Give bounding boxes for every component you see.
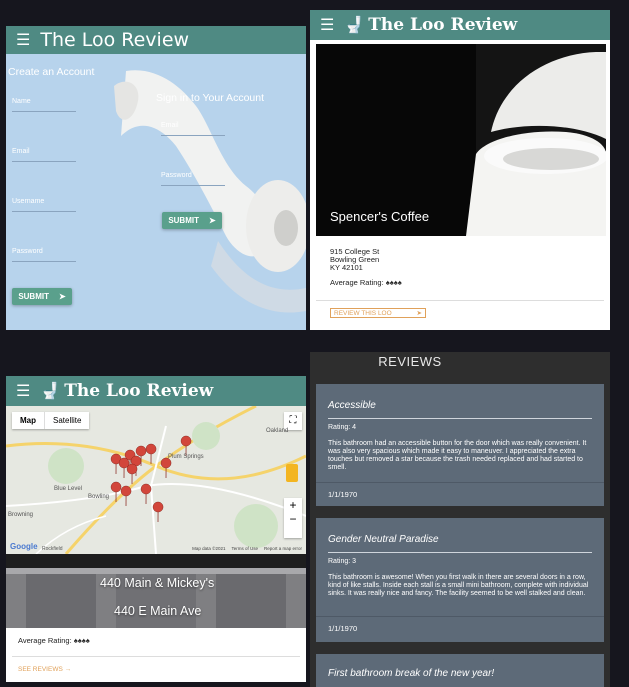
send-icon: ➤ <box>208 216 216 225</box>
place-name: Spencer's Coffee <box>330 209 430 224</box>
tab-satellite[interactable]: Satellite <box>44 412 89 429</box>
map-label: Blue Level <box>54 486 83 492</box>
google-logo: Google <box>10 542 38 551</box>
review-card: Gender Neutral Paradise Rating: 3 This b… <box>316 518 604 642</box>
pegman-icon[interactable] <box>286 464 298 482</box>
rating-label: Average Rating: <box>18 636 72 645</box>
location-photo: Spencer's Coffee <box>316 44 606 236</box>
location-detail-panel: ☰ 🚽 The Loo Review Spencer's Coffee 915 … <box>310 10 610 330</box>
divider <box>12 656 300 657</box>
review-title: Gender Neutral Paradise <box>328 534 439 545</box>
see-reviews-link[interactable]: SEE REVIEWS → <box>18 666 71 673</box>
divider <box>328 552 592 553</box>
address-line: KY 42101 <box>330 263 363 272</box>
location-name: 440 Main & Mickey's <box>100 576 215 590</box>
divider-bar <box>6 554 306 568</box>
map-label: Plum Springs <box>168 454 204 460</box>
zoom-out-icon[interactable]: − <box>284 512 302 526</box>
map-panel: ☰ 🚽 The Loo Review Map Satellite ⛶ + − P… <box>6 376 306 682</box>
create-account-heading: Create an Account <box>8 66 95 78</box>
review-rating: Rating: 3 <box>328 558 357 565</box>
send-icon: ➤ <box>58 292 66 301</box>
menu-icon[interactable]: ☰ <box>320 15 334 35</box>
map-label: Oakland <box>266 428 289 434</box>
zoom-controls: + − <box>284 498 302 538</box>
review-button-label: REVIEW THIS LOO <box>334 309 392 317</box>
reviews-heading: REVIEWS <box>378 354 442 369</box>
tab-map[interactable]: Map <box>12 412 44 429</box>
rating-icons: ♠♠♠♠ <box>73 636 90 645</box>
rating-label: Average Rating: <box>330 278 384 287</box>
top-nav: ☰ 🚽 The Loo Review <box>310 10 610 40</box>
password-field[interactable]: Password <box>12 248 76 262</box>
map-label: Rockfield <box>42 546 63 552</box>
review-this-loo-button[interactable]: REVIEW THIS LOO ➤ <box>330 308 426 318</box>
menu-icon[interactable]: ☰ <box>16 381 30 401</box>
submit-label: SUBMIT <box>18 292 49 301</box>
submit-label: SUBMIT <box>168 216 199 225</box>
rating-icons: ♠♠♠♠ <box>385 278 402 287</box>
location-photo: 440 Main & Mickey's 440 E Main Ave <box>6 568 306 628</box>
sign-in-heading: Sign in to Your Account <box>156 92 264 104</box>
email-field[interactable]: Email <box>12 148 76 162</box>
name-field[interactable]: Name <box>12 98 76 112</box>
review-rating: Rating: 4 <box>328 424 357 431</box>
divider <box>316 300 604 301</box>
address: 915 College St Bowling Green KY 42101 <box>330 248 379 272</box>
review-date: 1/1/1970 <box>328 490 358 499</box>
terms-link[interactable]: Terms of Use <box>231 546 258 551</box>
average-rating: Average Rating: ♠♠♠♠ <box>330 278 402 287</box>
reviews-panel: REVIEWS Accessible Rating: 4 This bathro… <box>310 352 610 687</box>
divider <box>316 616 604 617</box>
map-footer: Map data ©2021 Terms of Use Report a map… <box>192 546 302 551</box>
map-type-tabs: Map Satellite <box>12 412 90 429</box>
divider <box>328 418 592 419</box>
review-title: Accessible <box>328 400 376 411</box>
signin-submit-button[interactable]: SUBMIT ➤ <box>162 212 222 229</box>
create-submit-button[interactable]: SUBMIT ➤ <box>12 288 72 305</box>
review-text: This bathroom had an accessible button f… <box>328 440 587 471</box>
brand-title: The Loo Review <box>64 381 214 401</box>
login-panel: ☰ The Loo Review Create an Account Name … <box>6 26 306 330</box>
toilet-photo <box>316 44 606 236</box>
signin-password-field[interactable]: Password <box>161 172 225 186</box>
toilet-logo-icon: 🚽 <box>344 17 365 34</box>
map-label: Browning <box>8 512 34 518</box>
review-date: 1/1/1970 <box>328 624 358 633</box>
zoom-in-icon[interactable]: + <box>284 498 302 512</box>
brand-title: The Loo Review <box>368 15 518 35</box>
google-map[interactable]: Map Satellite ⛶ + − Plum Springs Oakland… <box>6 406 306 554</box>
send-icon: ➤ <box>416 310 422 317</box>
top-nav: ☰ 🚽 The Loo Review <box>6 376 306 406</box>
review-title: First bathroom break of the new year! <box>328 668 495 679</box>
review-text: This bathroom is awesome! When you first… <box>328 574 589 597</box>
review-card: First bathroom break of the new year! <box>316 654 604 687</box>
username-field[interactable]: Username <box>12 198 76 212</box>
map-data-notice: Map data ©2021 <box>192 546 226 551</box>
location-address: 440 E Main Ave <box>114 604 202 618</box>
average-rating: Average Rating: ♠♠♠♠ <box>18 636 90 645</box>
map-label: Bowling <box>88 494 110 500</box>
review-card: Accessible Rating: 4 This bathroom had a… <box>316 384 604 506</box>
signin-email-field[interactable]: Email <box>161 122 225 136</box>
report-error-link[interactable]: Report a map error <box>264 546 302 551</box>
toilet-logo-icon: 🚽 <box>40 383 61 400</box>
divider <box>316 482 604 483</box>
